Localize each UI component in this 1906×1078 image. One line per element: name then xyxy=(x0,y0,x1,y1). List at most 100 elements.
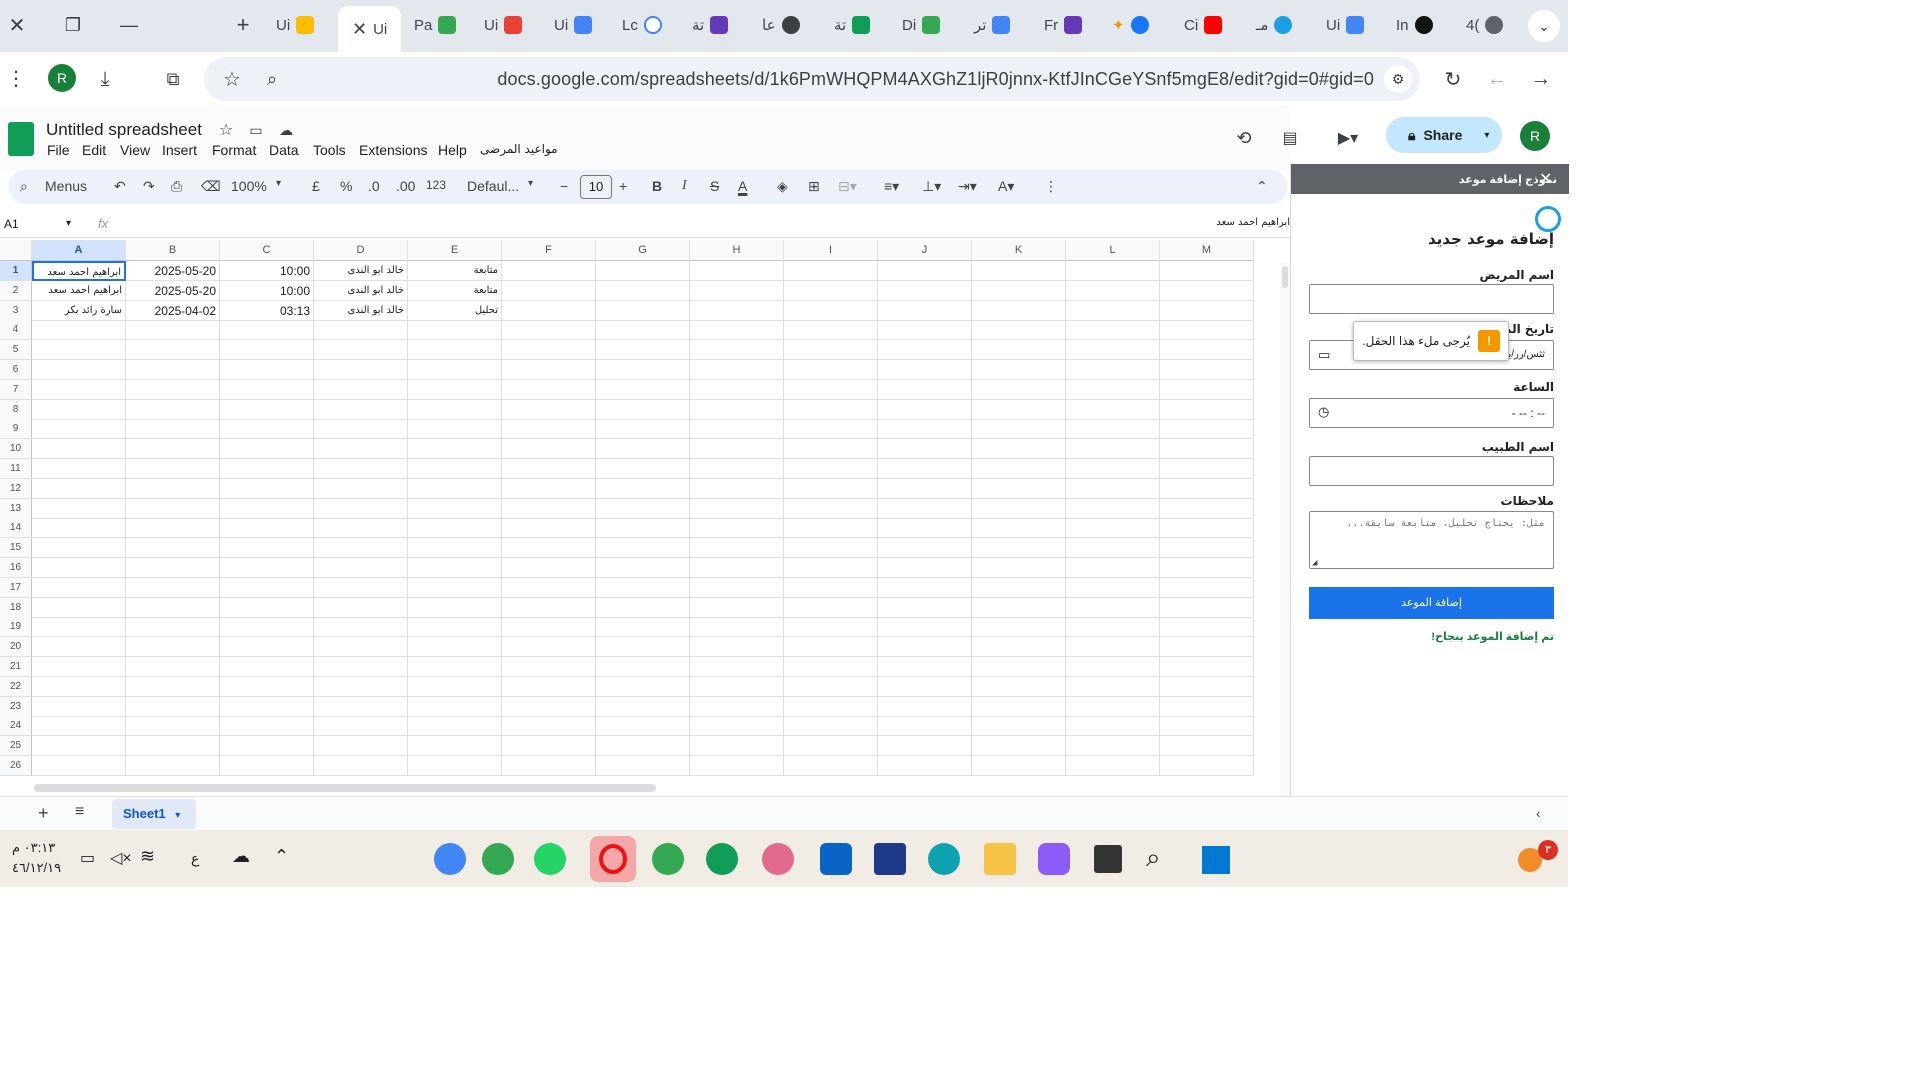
notes-textarea[interactable]: مثل: يحتاج تحليل، متابعة سابقة... ◢ xyxy=(1309,511,1554,569)
cell[interactable] xyxy=(972,716,1066,737)
cell[interactable] xyxy=(408,419,502,440)
text-rotation-icon[interactable]: A▾ xyxy=(998,178,1014,195)
cell[interactable] xyxy=(220,617,314,638)
cell[interactable] xyxy=(408,538,502,559)
cell[interactable] xyxy=(220,637,314,658)
column-header[interactable]: J xyxy=(878,240,972,261)
column-header[interactable]: I xyxy=(784,240,878,261)
cell[interactable] xyxy=(972,577,1066,598)
cell[interactable] xyxy=(1160,300,1254,321)
cell[interactable] xyxy=(408,498,502,519)
cell[interactable] xyxy=(1160,538,1254,559)
cell[interactable] xyxy=(408,597,502,618)
row-header[interactable]: 12 xyxy=(0,478,32,499)
cell[interactable] xyxy=(220,716,314,737)
cell[interactable] xyxy=(596,696,690,717)
cell[interactable] xyxy=(1066,676,1160,697)
bold-icon[interactable]: B xyxy=(652,178,662,194)
number-format[interactable]: 123 xyxy=(426,178,446,192)
cell[interactable] xyxy=(784,379,878,400)
cell[interactable] xyxy=(690,261,784,281)
cell[interactable] xyxy=(126,379,220,400)
cell[interactable] xyxy=(314,716,408,737)
cell[interactable] xyxy=(126,498,220,519)
all-sheets-icon[interactable]: ≡ xyxy=(75,803,84,821)
paint-format-icon[interactable]: ⌫ xyxy=(201,178,221,195)
cell[interactable] xyxy=(596,756,690,776)
close-window-icon[interactable]: ✕ xyxy=(6,14,28,37)
cell[interactable] xyxy=(784,340,878,361)
cell[interactable] xyxy=(408,696,502,717)
cell[interactable] xyxy=(690,399,784,420)
cell[interactable] xyxy=(878,280,972,301)
row-header[interactable]: 25 xyxy=(0,736,32,757)
chevron-down-icon[interactable]: ▾ xyxy=(66,218,71,229)
cell[interactable] xyxy=(408,320,502,341)
row-header[interactable]: 9 xyxy=(0,419,32,440)
cell[interactable] xyxy=(502,320,596,341)
cell[interactable] xyxy=(126,637,220,658)
browser-tab-active[interactable]: ✕ Ui xyxy=(338,6,402,52)
file-explorer-icon[interactable] xyxy=(984,843,1016,875)
cell[interactable] xyxy=(126,657,220,677)
cell[interactable]: ابراهيم احمد سعد xyxy=(32,280,126,301)
column-header[interactable]: B xyxy=(126,240,220,261)
row-header[interactable]: 19 xyxy=(0,617,32,638)
cell[interactable] xyxy=(314,736,408,757)
browser-tab[interactable]: Ui xyxy=(276,10,315,40)
cell[interactable] xyxy=(784,498,878,519)
cell[interactable] xyxy=(220,459,314,479)
cell[interactable] xyxy=(314,657,408,677)
cell[interactable] xyxy=(502,756,596,776)
add-appointment-button[interactable]: إضافة الموعد xyxy=(1309,587,1554,619)
cell[interactable] xyxy=(408,478,502,499)
cell[interactable] xyxy=(784,617,878,638)
cell[interactable] xyxy=(502,439,596,460)
cell[interactable] xyxy=(1160,399,1254,420)
cell[interactable] xyxy=(1066,637,1160,658)
cell[interactable] xyxy=(1066,399,1160,420)
row-header[interactable]: 7 xyxy=(0,379,32,400)
cell[interactable] xyxy=(878,657,972,677)
currency-format[interactable]: £ xyxy=(312,178,320,194)
browser-tab[interactable]: Pa xyxy=(414,10,457,40)
cell[interactable] xyxy=(972,597,1066,618)
cell[interactable]: 10:00 xyxy=(220,280,314,301)
cell[interactable] xyxy=(220,478,314,499)
cell[interactable] xyxy=(784,360,878,380)
cell[interactable] xyxy=(1160,716,1254,737)
cell[interactable] xyxy=(784,736,878,757)
cell[interactable] xyxy=(878,756,972,776)
cell[interactable] xyxy=(972,696,1066,717)
cell[interactable] xyxy=(690,280,784,301)
cell[interactable] xyxy=(32,478,126,499)
cell[interactable] xyxy=(32,518,126,539)
doctor-name-input[interactable] xyxy=(1309,456,1554,486)
cell[interactable] xyxy=(878,538,972,559)
cell[interactable] xyxy=(220,518,314,539)
horizontal-align-icon[interactable]: ≡▾ xyxy=(884,178,899,195)
row-header[interactable]: 8 xyxy=(0,399,32,420)
sheets-logo-icon[interactable] xyxy=(8,122,34,156)
cell[interactable] xyxy=(1066,261,1160,281)
column-header[interactable]: C xyxy=(220,240,314,261)
search-menus-icon[interactable]: ⌕ xyxy=(20,178,28,195)
cell[interactable]: متابعة xyxy=(408,261,502,281)
select-all-corner[interactable] xyxy=(0,240,32,261)
cell[interactable] xyxy=(690,577,784,598)
cell[interactable] xyxy=(1066,617,1160,638)
lens-search-icon[interactable]: ⌕ xyxy=(260,67,284,91)
cell[interactable] xyxy=(32,577,126,598)
cell[interactable] xyxy=(408,459,502,479)
cell[interactable] xyxy=(502,478,596,499)
cell[interactable] xyxy=(1160,657,1254,677)
cell[interactable]: متابعة xyxy=(408,280,502,301)
cell[interactable] xyxy=(502,637,596,658)
cell[interactable] xyxy=(690,459,784,479)
merge-cells-icon[interactable]: ⊟▾ xyxy=(838,178,857,195)
cell[interactable] xyxy=(220,439,314,460)
cell[interactable] xyxy=(690,637,784,658)
browser-tab[interactable]: Di xyxy=(902,10,941,40)
cell[interactable] xyxy=(878,459,972,479)
cell[interactable] xyxy=(126,419,220,440)
